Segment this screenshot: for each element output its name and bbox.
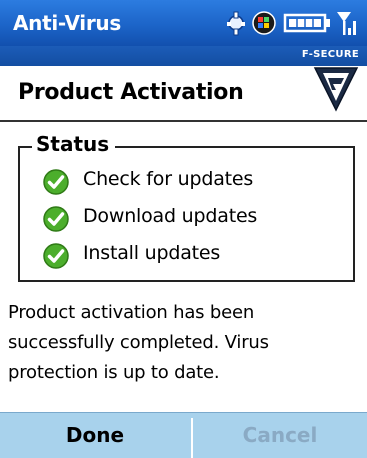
step-label: Install updates — [83, 242, 221, 264]
activation-message: Product activation has been successfully… — [8, 302, 269, 383]
f-secure-logo-icon — [313, 56, 359, 118]
status-group: Status Check for updates Download update… — [18, 132, 355, 282]
title-bar: Anti-Virus — [0, 0, 367, 46]
status-group-title: Status — [32, 132, 116, 156]
done-button[interactable]: Done — [0, 412, 190, 458]
app-title: Anti-Virus — [13, 11, 121, 35]
cancel-button[interactable]: Cancel — [193, 412, 367, 458]
checkmark-icon — [42, 205, 70, 233]
checkmark-icon — [42, 242, 70, 270]
page-header: Product Activation — [0, 66, 367, 122]
step-download-updates: Download updates — [42, 203, 342, 233]
step-label: Download updates — [83, 205, 258, 227]
sync-icon[interactable] — [225, 9, 247, 37]
checkmark-icon — [42, 168, 70, 196]
signal-icon[interactable] — [335, 9, 359, 37]
battery-icon[interactable] — [283, 9, 333, 37]
step-install-updates: Install updates — [42, 240, 342, 270]
step-check-for-updates: Check for updates — [42, 166, 342, 196]
messaging-icon[interactable] — [251, 9, 277, 37]
page-title: Product Activation — [18, 80, 244, 105]
step-label: Check for updates — [83, 168, 254, 190]
brand-bar: F-SECURE — [0, 46, 367, 66]
